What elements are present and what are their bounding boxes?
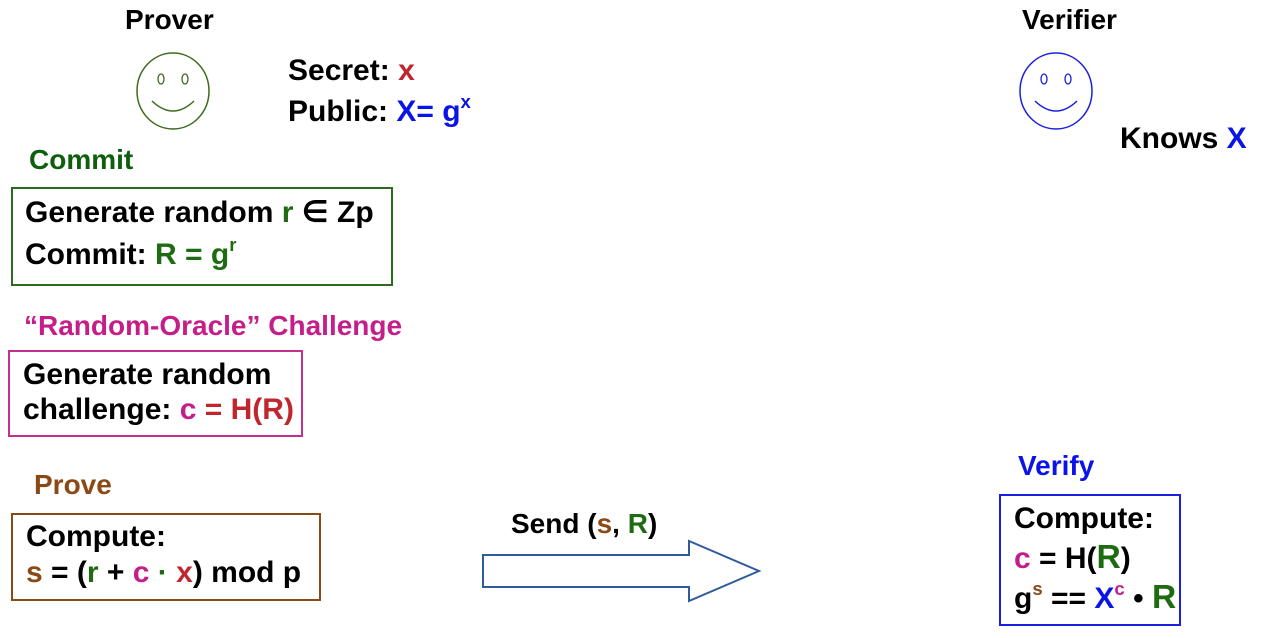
public-line: Public: X= gx: [288, 92, 471, 129]
prove-line-2: s = (r + c · x) mod p: [26, 556, 301, 590]
commit-r: r: [281, 196, 294, 229]
verify-c: c: [1014, 542, 1031, 575]
verify-X: X: [1094, 582, 1115, 615]
commit-heading: Commit: [29, 144, 134, 175]
challenge-heading: “Random-Oracle” Challenge: [24, 310, 403, 341]
challenge-close: ): [283, 393, 294, 426]
commit-exp: r: [229, 233, 237, 255]
verifier-title: Verifier: [1022, 4, 1117, 35]
prove-dot: ·: [149, 556, 177, 589]
verify-close: ): [1120, 542, 1131, 575]
commit-line1-a: Generate random: [25, 196, 282, 229]
commit-line2-b: R = g: [155, 238, 230, 271]
challenge-eq: = H(: [196, 393, 263, 426]
public-eq: = g: [416, 95, 461, 128]
prove-r: r: [86, 556, 99, 589]
verify-line-2: c = H(R): [1014, 539, 1131, 577]
secret-line: Secret: x: [288, 54, 415, 88]
public-X: X: [396, 95, 417, 128]
prove-eq-open: = (: [42, 556, 87, 589]
verify-line-3: gs == Xc • R: [1014, 579, 1176, 617]
verify-eqeq: ==: [1042, 582, 1095, 615]
commit-line-1: Generate random r ∈ Zp: [25, 195, 374, 230]
verify-dot: •: [1124, 582, 1152, 615]
verify-R2: R: [1151, 579, 1177, 616]
challenge-box: Generate random challenge: c = H(R): [8, 350, 303, 437]
prove-heading: Prove: [34, 469, 112, 500]
verify-X-exp: c: [1114, 577, 1125, 599]
challenge-R: R: [262, 393, 284, 426]
commit-box: Generate random r ∈ Zp Commit: R = gr: [11, 187, 393, 286]
prover-smiley-icon: [136, 52, 210, 130]
secret-value: x: [398, 54, 415, 87]
challenge-line-1: Generate random: [23, 358, 272, 391]
send-comma: ,: [612, 508, 628, 539]
knows-value: X: [1226, 122, 1247, 155]
knows-line: Knows X: [1120, 122, 1247, 156]
challenge-line2-a: challenge:: [23, 393, 180, 426]
commit-line2-a: Commit:: [25, 238, 155, 271]
prove-x: x: [176, 556, 193, 589]
send-arrow-icon: [482, 539, 762, 603]
public-exp: x: [460, 90, 471, 112]
verify-line-1: Compute:: [1014, 502, 1154, 535]
prover-title: Prover: [125, 4, 214, 35]
verify-eq-H: = H(: [1030, 542, 1097, 575]
secret-label: Secret:: [288, 54, 399, 87]
verify-heading: Verify: [1018, 450, 1095, 481]
challenge-line-2: challenge: c = H(R): [23, 393, 294, 427]
prove-line-1: Compute:: [26, 520, 166, 553]
verify-g: g: [1014, 582, 1033, 615]
knows-label: Knows: [1120, 122, 1227, 155]
public-label: Public:: [288, 95, 397, 128]
prove-s: s: [26, 556, 43, 589]
send-label-a: Send (: [511, 508, 597, 539]
prove-plus: +: [98, 556, 133, 589]
commit-line-2: Commit: R = gr: [25, 235, 236, 272]
prove-box: Compute: s = (r + c · x) mod p: [11, 513, 321, 601]
send-s: s: [596, 508, 613, 539]
verifier-smiley-icon: [1019, 52, 1093, 130]
challenge-c: c: [179, 393, 197, 426]
verify-R: R: [1096, 539, 1121, 576]
verify-g-exp: s: [1032, 577, 1043, 599]
commit-line1-b: ∈ Zp: [293, 196, 374, 229]
send-close: ): [647, 508, 658, 539]
send-R: R: [627, 508, 648, 539]
send-label: Send (s, R): [511, 508, 657, 540]
verify-box: Compute: c = H(R) gs == Xc • R: [999, 494, 1181, 626]
prove-close: ) mod p: [192, 556, 302, 589]
prove-c: c: [132, 556, 150, 589]
